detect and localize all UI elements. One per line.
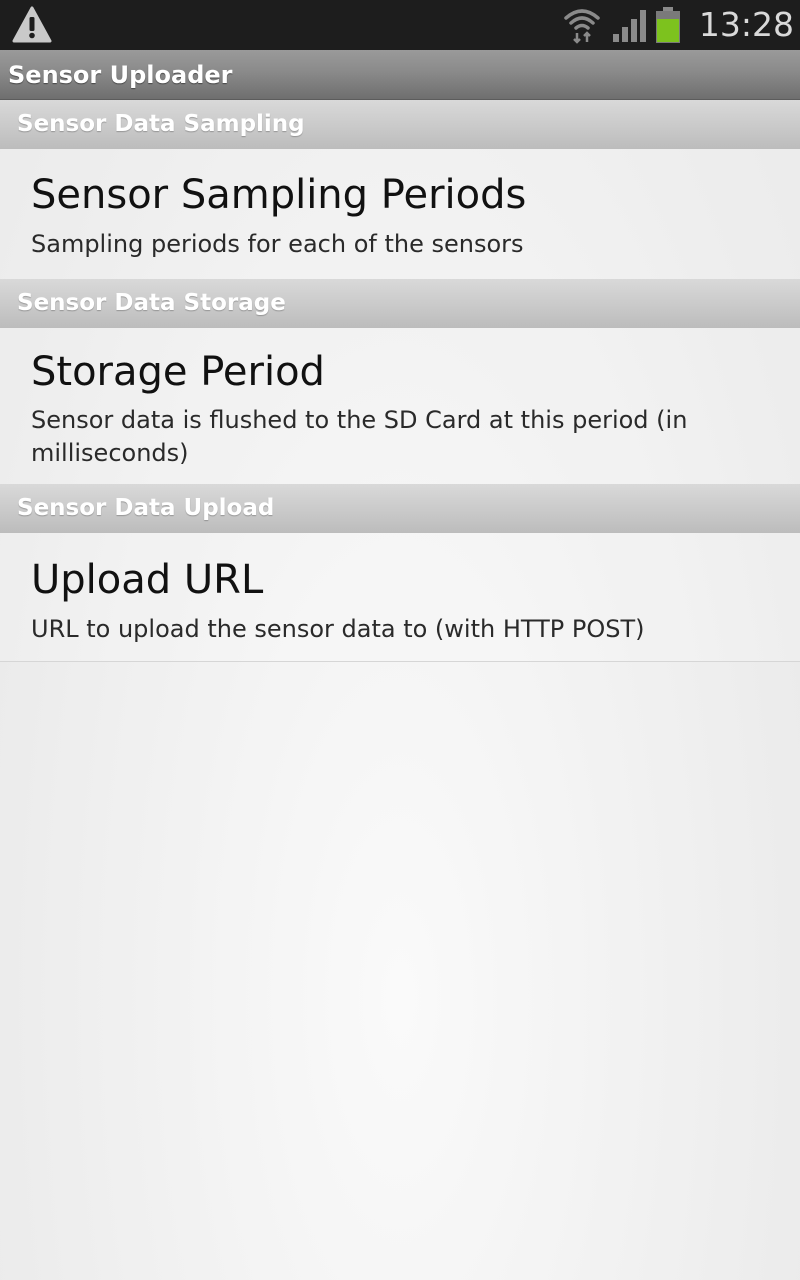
cell-signal-icon <box>613 10 646 42</box>
pref-item-sensor-sampling-periods[interactable]: Sensor Sampling Periods Sampling periods… <box>0 149 800 279</box>
list-divider <box>0 661 800 662</box>
wifi-icon <box>564 9 600 44</box>
pref-title: Sensor Sampling Periods <box>31 172 527 218</box>
warning-icon[interactable] <box>12 6 52 44</box>
pref-summary: URL to upload the sensor data to (with H… <box>31 615 645 643</box>
pref-title: Upload URL <box>31 557 264 603</box>
category-header-label: Sensor Data Sampling <box>17 111 305 137</box>
pref-item-upload-url[interactable]: Upload URL URL to upload the sensor data… <box>0 533 800 661</box>
category-header-storage: Sensor Data Storage <box>0 279 800 328</box>
category-header-sampling: Sensor Data Sampling <box>0 100 800 149</box>
pref-summary: Sampling periods for each of the sensors <box>31 230 524 258</box>
status-clock: 13:28 <box>698 5 794 44</box>
category-header-label: Sensor Data Upload <box>17 495 275 521</box>
app-title-bar: Sensor Uploader <box>0 50 800 100</box>
category-header-label: Sensor Data Storage <box>17 290 286 316</box>
pref-item-storage-period[interactable]: Storage Period Sensor data is flushed to… <box>0 328 800 484</box>
pref-title: Storage Period <box>31 349 325 395</box>
status-bar: 13:28 <box>0 0 800 50</box>
category-header-upload: Sensor Data Upload <box>0 484 800 533</box>
app-title: Sensor Uploader <box>8 61 233 89</box>
pref-summary: Sensor data is flushed to the SD Card at… <box>31 406 688 467</box>
battery-icon <box>656 7 680 43</box>
